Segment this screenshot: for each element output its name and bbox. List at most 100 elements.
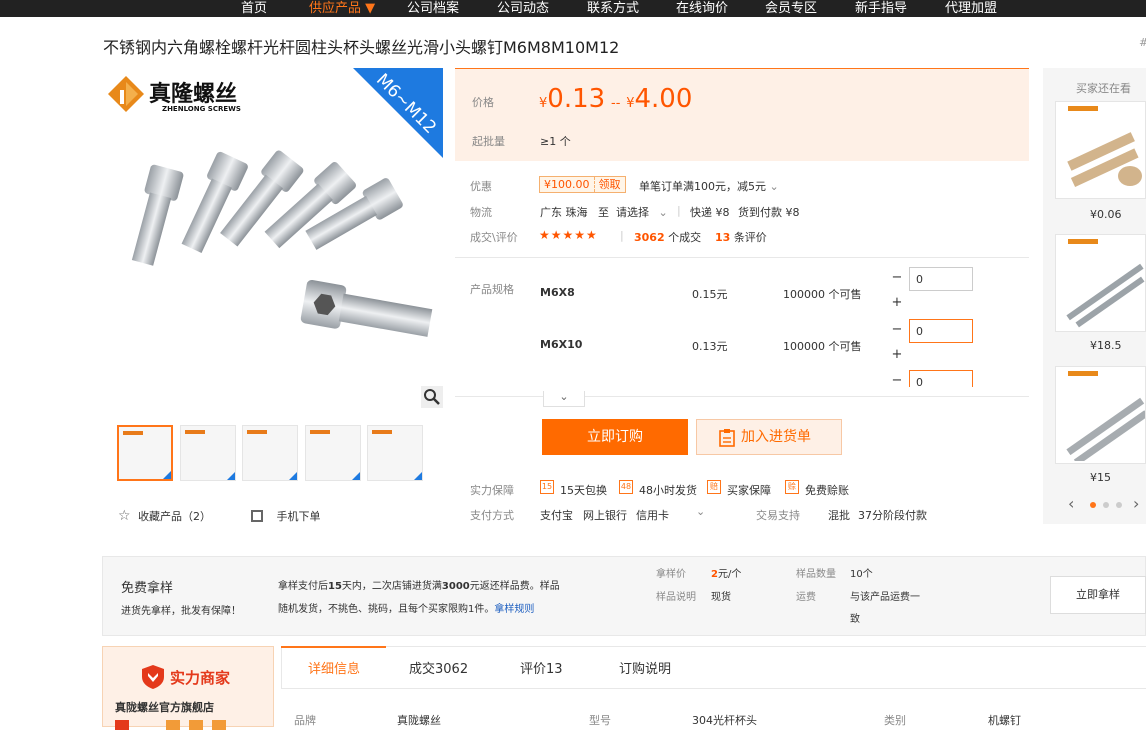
payment-label: 支付方式	[470, 509, 514, 522]
coupon-label: 优惠	[470, 180, 492, 193]
rail-prev-icon[interactable]: ‹	[1068, 494, 1074, 513]
screws-photo	[131, 150, 433, 337]
deals-count[interactable]: 3062 个成交	[634, 229, 701, 245]
sample-desc-line2: 随机发货，不挑色、挑码，且每个买家限购1件。拿样规则	[278, 604, 535, 615]
order-now-button[interactable]: 立即订购	[542, 419, 688, 455]
guarantee-item[interactable]: 48小时发货	[639, 482, 697, 498]
nav-home[interactable]: 首页	[241, 0, 267, 16]
rail-dot[interactable]	[1103, 502, 1109, 508]
sample-desc-line1: 拿样支付后15天内，二次店铺进货满3000元返还样品费。样品	[278, 581, 560, 592]
spec-name: M6X10	[540, 338, 583, 351]
rail-item-image[interactable]	[1055, 234, 1146, 332]
power-merchant-badge: 实力商家	[140, 664, 236, 690]
rail-item-price: ¥18.5	[1090, 339, 1122, 352]
qrcode-icon	[251, 510, 263, 522]
tab-details[interactable]: 详细信息	[308, 658, 360, 677]
shop-rank-icon	[212, 720, 226, 730]
shop-rank-icon	[115, 720, 129, 730]
sample-price: 2元/个	[711, 569, 742, 580]
attr-category-value: 机螺钉	[988, 714, 1021, 727]
qty-input[interactable]: 0	[909, 267, 973, 291]
rail-item-price: ¥15	[1090, 471, 1111, 484]
sample-qty: 10个	[850, 569, 873, 580]
rail-item-image[interactable]	[1055, 366, 1146, 464]
rail-dot[interactable]	[1116, 502, 1122, 508]
trade-mix: 混批	[828, 509, 850, 522]
spec-name: M6X8	[540, 286, 575, 299]
tab-deals[interactable]: 成交3062	[409, 658, 468, 677]
logistics-label: 物流	[470, 206, 492, 219]
tap-wrench-photo	[1066, 263, 1145, 328]
share-link[interactable]: #	[1139, 36, 1146, 49]
get-sample-button[interactable]: 立即拿样	[1050, 576, 1146, 614]
deals-label: 成交\评价	[470, 231, 518, 244]
thumbnail-2[interactable]	[180, 425, 236, 481]
qty-plus-button[interactable]: +	[885, 344, 909, 368]
rail-dot[interactable]	[1090, 502, 1096, 508]
rail-next-icon[interactable]: ›	[1133, 494, 1139, 513]
favorite-product[interactable]: ☆ 收藏产品（2）	[118, 508, 211, 524]
mobile-order[interactable]: 手机下单	[251, 508, 321, 524]
guarantee-item[interactable]: 15天包换	[560, 482, 607, 498]
thumbnail-3[interactable]	[242, 425, 298, 481]
chevron-down-icon: ⌄	[658, 206, 668, 219]
nav-news[interactable]: 公司动态	[497, 0, 549, 16]
thumbnail-5[interactable]	[367, 425, 423, 481]
shop-name[interactable]: 真陇螺丝官方旗舰店	[115, 699, 214, 715]
qty-minus-button[interactable]: −	[885, 319, 909, 343]
clipboard-icon	[719, 429, 735, 447]
tab-order-info[interactable]: 订购说明	[619, 658, 671, 677]
sample-freight-label: 运费	[796, 592, 816, 603]
thumbnail-4[interactable]	[305, 425, 361, 481]
chevron-down-icon: ⌄	[769, 180, 779, 193]
coupon-desc[interactable]: 单笔订单满100元，减5元 ⌄	[639, 178, 779, 194]
coupon-badge[interactable]: ¥100.00 领取	[539, 176, 626, 193]
zoom-button[interactable]	[421, 386, 443, 408]
nav-inquiry[interactable]: 在线询价	[676, 0, 728, 16]
exchange-15-icon: 15	[540, 480, 554, 494]
product-title: 不锈钢内六角螺栓螺杆光杆圆柱头杯头螺丝光滑小头螺钉M6M8M10M12	[103, 38, 620, 57]
nav-products[interactable]: 供应产品 ▼	[309, 0, 375, 16]
guarantee-item[interactable]: 买家保障	[727, 482, 771, 498]
qty-input[interactable]: 0	[909, 319, 973, 343]
brand-name-en: ZHENLONG SCREWS	[162, 105, 241, 113]
nav-company[interactable]: 公司档案	[407, 0, 459, 16]
chevron-down-icon[interactable]: ⌄	[696, 505, 705, 518]
tab-reviews[interactable]: 评价13	[520, 658, 563, 677]
moq-label: 起批量	[472, 135, 505, 148]
nav-contact[interactable]: 联系方式	[587, 0, 639, 16]
nav-members[interactable]: 会员专区	[765, 0, 817, 16]
spec-row-partial: − 0	[880, 370, 990, 387]
reviews-count[interactable]: 13 条评价	[715, 229, 767, 245]
buyer-protect-icon: 赔	[707, 480, 721, 494]
sample-price-label: 拿样价	[656, 569, 686, 580]
thumbnail-1[interactable]	[117, 425, 173, 481]
top-nav: 首页 供应产品 ▼ 公司档案 公司动态 联系方式 在线询价 会员专区 新手指导 …	[0, 0, 1146, 17]
destination-select[interactable]: 请选择 ⌄	[616, 204, 668, 220]
qty-minus-button[interactable]: −	[885, 267, 909, 291]
sample-rules-link[interactable]: 拿样规则	[494, 604, 534, 615]
pay-bank: 网上银行	[583, 509, 627, 522]
moq-value: ≥1 个	[540, 135, 571, 148]
guarantee-item[interactable]: 免费赊账	[805, 482, 849, 498]
rod-photo	[1066, 397, 1145, 461]
rail-title: 买家还在看	[1076, 82, 1131, 95]
qty-minus-button[interactable]: −	[885, 370, 909, 387]
qty-input[interactable]: 0	[909, 370, 973, 387]
sample-title: 免费拿样	[121, 581, 174, 596]
free-sample-panel	[102, 556, 1146, 636]
rating-stars: ★★★★★	[539, 228, 598, 242]
spec-stock: 100000 个可售	[783, 288, 862, 301]
nav-agent[interactable]: 代理加盟	[945, 0, 997, 16]
shield-icon	[142, 665, 164, 689]
attr-brand-label: 品牌	[294, 714, 316, 727]
magnifier-icon	[424, 389, 440, 405]
qty-plus-button[interactable]: +	[885, 292, 909, 316]
nav-guide[interactable]: 新手指导	[855, 0, 907, 16]
rail-item-image[interactable]	[1055, 101, 1146, 199]
add-to-cart-button[interactable]: 加入进货单	[696, 419, 842, 455]
sample-freight: 与该产品运费一	[850, 592, 920, 603]
active-tab-indicator	[281, 646, 386, 648]
expand-specs-button[interactable]: ⌄	[543, 391, 585, 407]
attr-model-value: 304光杆杯头	[692, 714, 757, 727]
